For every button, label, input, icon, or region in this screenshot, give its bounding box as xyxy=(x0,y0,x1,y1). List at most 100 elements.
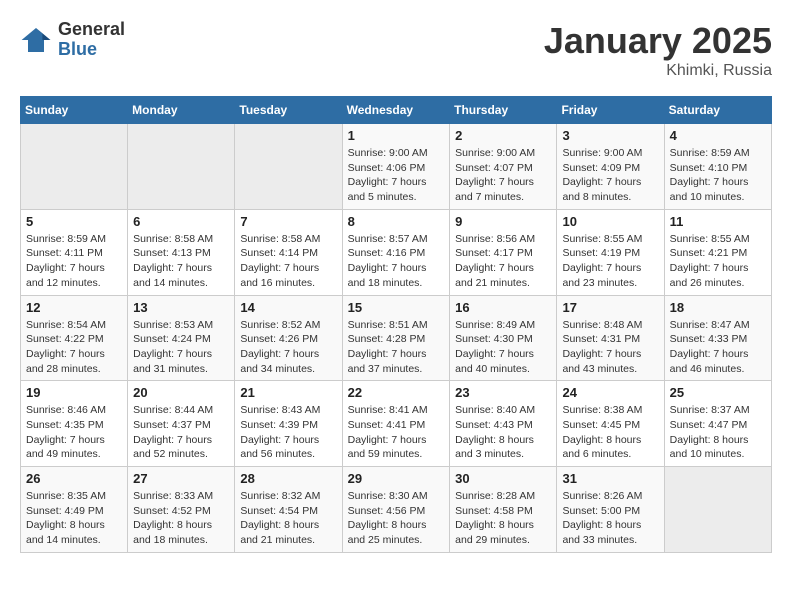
day-info: Sunrise: 8:41 AM Sunset: 4:41 PM Dayligh… xyxy=(348,403,445,462)
calendar-cell: 17Sunrise: 8:48 AM Sunset: 4:31 PM Dayli… xyxy=(557,295,664,381)
calendar-cell xyxy=(664,467,771,553)
day-info: Sunrise: 8:28 AM Sunset: 4:58 PM Dayligh… xyxy=(455,489,551,548)
calendar-cell: 30 Sunrise: 8:28 AM Sunset: 4:58 PM Dayli… xyxy=(450,467,557,553)
weekday-header-saturday: Saturday xyxy=(664,97,771,124)
day-number: 13 xyxy=(133,300,229,315)
calendar-cell: 21 Sunrise: 8:43 AM Sunset: 4:39 PM Dayli… xyxy=(235,381,342,467)
calendar-cell: 3Sunrise: 9:00 AM Sunset: 4:09 PM Daylig… xyxy=(557,124,664,210)
day-number: 6 xyxy=(133,214,229,229)
day-info: Sunrise: 9:00 AM Sunset: 4:09 PM Dayligh… xyxy=(562,146,658,205)
day-number: 19 xyxy=(26,385,122,400)
day-info: Sunrise: 8:43 AM Sunset: 4:39 PM Dayligh… xyxy=(240,403,336,462)
day-number: 23 xyxy=(455,385,551,400)
day-number: 25 xyxy=(670,385,766,400)
day-info: Sunrise: 8:59 AM Sunset: 4:10 PM Dayligh… xyxy=(670,146,766,205)
calendar-cell: 26 Sunrise: 8:35 AM Sunset: 4:49 PM Dayli… xyxy=(21,467,128,553)
day-info: Sunrise: 9:00 AM Sunset: 4:06 PM Dayligh… xyxy=(348,146,445,205)
day-number: 27 xyxy=(133,471,229,486)
day-info: Sunrise: 8:57 AM Sunset: 4:16 PM Dayligh… xyxy=(348,232,445,291)
day-number: 9 xyxy=(455,214,551,229)
weekday-header-tuesday: Tuesday xyxy=(235,97,342,124)
calendar-header-row: SundayMondayTuesdayWednesdayThursdayFrid… xyxy=(21,97,772,124)
day-info: Sunrise: 8:35 AM Sunset: 4:49 PM Dayligh… xyxy=(26,489,122,548)
day-number: 8 xyxy=(348,214,445,229)
calendar-table: SundayMondayTuesdayWednesdayThursdayFrid… xyxy=(20,96,772,553)
day-info: Sunrise: 8:55 AM Sunset: 4:19 PM Dayligh… xyxy=(562,232,658,291)
day-number: 24 xyxy=(562,385,658,400)
day-number: 11 xyxy=(670,214,766,229)
day-number: 2 xyxy=(455,128,551,143)
weekday-header-sunday: Sunday xyxy=(21,97,128,124)
day-number: 4 xyxy=(670,128,766,143)
calendar-cell: 13 Sunrise: 8:53 AM Sunset: 4:24 PM Dayli… xyxy=(128,295,235,381)
day-number: 26 xyxy=(26,471,122,486)
day-info: Sunrise: 8:37 AM Sunset: 4:47 PM Dayligh… xyxy=(670,403,766,462)
day-info: Sunrise: 8:59 AM Sunset: 4:11 PM Dayligh… xyxy=(26,232,122,291)
calendar-cell: 6 Sunrise: 8:58 AM Sunset: 4:13 PM Daylig… xyxy=(128,209,235,295)
calendar-location: Khimki, Russia xyxy=(544,62,772,80)
day-info: Sunrise: 8:47 AM Sunset: 4:33 PM Dayligh… xyxy=(670,318,766,377)
calendar-cell: 10Sunrise: 8:55 AM Sunset: 4:19 PM Dayli… xyxy=(557,209,664,295)
calendar-cell: 2 Sunrise: 9:00 AM Sunset: 4:07 PM Daylig… xyxy=(450,124,557,210)
calendar-cell: 22Sunrise: 8:41 AM Sunset: 4:41 PM Dayli… xyxy=(342,381,450,467)
weekday-header-wednesday: Wednesday xyxy=(342,97,450,124)
day-number: 5 xyxy=(26,214,122,229)
calendar-week-3: 12 Sunrise: 8:54 AM Sunset: 4:22 PM Dayli… xyxy=(21,295,772,381)
day-number: 12 xyxy=(26,300,122,315)
day-number: 18 xyxy=(670,300,766,315)
day-number: 15 xyxy=(348,300,445,315)
weekday-header-friday: Friday xyxy=(557,97,664,124)
day-number: 30 xyxy=(455,471,551,486)
page-header: General Blue January 2025 Khimki, Russia xyxy=(20,20,772,80)
day-number: 17 xyxy=(562,300,658,315)
calendar-cell: 7 Sunrise: 8:58 AM Sunset: 4:14 PM Daylig… xyxy=(235,209,342,295)
title-block: January 2025 Khimki, Russia xyxy=(544,20,772,80)
day-number: 29 xyxy=(348,471,445,486)
day-number: 1 xyxy=(348,128,445,143)
day-info: Sunrise: 8:53 AM Sunset: 4:24 PM Dayligh… xyxy=(133,318,229,377)
calendar-cell: 20Sunrise: 8:44 AM Sunset: 4:37 PM Dayli… xyxy=(128,381,235,467)
calendar-week-2: 5 Sunrise: 8:59 AM Sunset: 4:11 PM Daylig… xyxy=(21,209,772,295)
day-info: Sunrise: 8:52 AM Sunset: 4:26 PM Dayligh… xyxy=(240,318,336,377)
calendar-cell: 11 Sunrise: 8:55 AM Sunset: 4:21 PM Dayli… xyxy=(664,209,771,295)
weekday-header-thursday: Thursday xyxy=(450,97,557,124)
day-info: Sunrise: 8:51 AM Sunset: 4:28 PM Dayligh… xyxy=(348,318,445,377)
day-info: Sunrise: 8:58 AM Sunset: 4:13 PM Dayligh… xyxy=(133,232,229,291)
day-info: Sunrise: 8:54 AM Sunset: 4:22 PM Dayligh… xyxy=(26,318,122,377)
day-info: Sunrise: 8:58 AM Sunset: 4:14 PM Dayligh… xyxy=(240,232,336,291)
calendar-cell: 15 Sunrise: 8:51 AM Sunset: 4:28 PM Dayli… xyxy=(342,295,450,381)
calendar-cell: 12 Sunrise: 8:54 AM Sunset: 4:22 PM Dayli… xyxy=(21,295,128,381)
calendar-cell: 19 Sunrise: 8:46 AM Sunset: 4:35 PM Dayli… xyxy=(21,381,128,467)
calendar-cell xyxy=(128,124,235,210)
day-number: 21 xyxy=(240,385,336,400)
calendar-cell xyxy=(21,124,128,210)
calendar-cell: 28Sunrise: 8:32 AM Sunset: 4:54 PM Dayli… xyxy=(235,467,342,553)
calendar-cell: 16 Sunrise: 8:49 AM Sunset: 4:30 PM Dayli… xyxy=(450,295,557,381)
day-number: 20 xyxy=(133,385,229,400)
day-number: 7 xyxy=(240,214,336,229)
calendar-cell: 4 Sunrise: 8:59 AM Sunset: 4:10 PM Daylig… xyxy=(664,124,771,210)
logo: General Blue xyxy=(20,20,125,60)
day-info: Sunrise: 8:33 AM Sunset: 4:52 PM Dayligh… xyxy=(133,489,229,548)
calendar-cell: 25 Sunrise: 8:37 AM Sunset: 4:47 PM Dayli… xyxy=(664,381,771,467)
logo-blue-text: Blue xyxy=(58,40,125,60)
day-number: 31 xyxy=(562,471,658,486)
day-number: 16 xyxy=(455,300,551,315)
logo-text: General Blue xyxy=(58,20,125,60)
day-info: Sunrise: 8:26 AM Sunset: 5:00 PM Dayligh… xyxy=(562,489,658,548)
day-info: Sunrise: 8:56 AM Sunset: 4:17 PM Dayligh… xyxy=(455,232,551,291)
day-info: Sunrise: 9:00 AM Sunset: 4:07 PM Dayligh… xyxy=(455,146,551,205)
day-info: Sunrise: 8:49 AM Sunset: 4:30 PM Dayligh… xyxy=(455,318,551,377)
day-info: Sunrise: 8:55 AM Sunset: 4:21 PM Dayligh… xyxy=(670,232,766,291)
day-info: Sunrise: 8:38 AM Sunset: 4:45 PM Dayligh… xyxy=(562,403,658,462)
calendar-cell: 18 Sunrise: 8:47 AM Sunset: 4:33 PM Dayli… xyxy=(664,295,771,381)
day-info: Sunrise: 8:30 AM Sunset: 4:56 PM Dayligh… xyxy=(348,489,445,548)
day-number: 14 xyxy=(240,300,336,315)
calendar-cell: 24 Sunrise: 8:38 AM Sunset: 4:45 PM Dayli… xyxy=(557,381,664,467)
logo-icon xyxy=(20,24,52,56)
calendar-cell: 23 Sunrise: 8:40 AM Sunset: 4:43 PM Dayli… xyxy=(450,381,557,467)
day-info: Sunrise: 8:40 AM Sunset: 4:43 PM Dayligh… xyxy=(455,403,551,462)
weekday-header-monday: Monday xyxy=(128,97,235,124)
calendar-cell: 5 Sunrise: 8:59 AM Sunset: 4:11 PM Daylig… xyxy=(21,209,128,295)
day-info: Sunrise: 8:46 AM Sunset: 4:35 PM Dayligh… xyxy=(26,403,122,462)
